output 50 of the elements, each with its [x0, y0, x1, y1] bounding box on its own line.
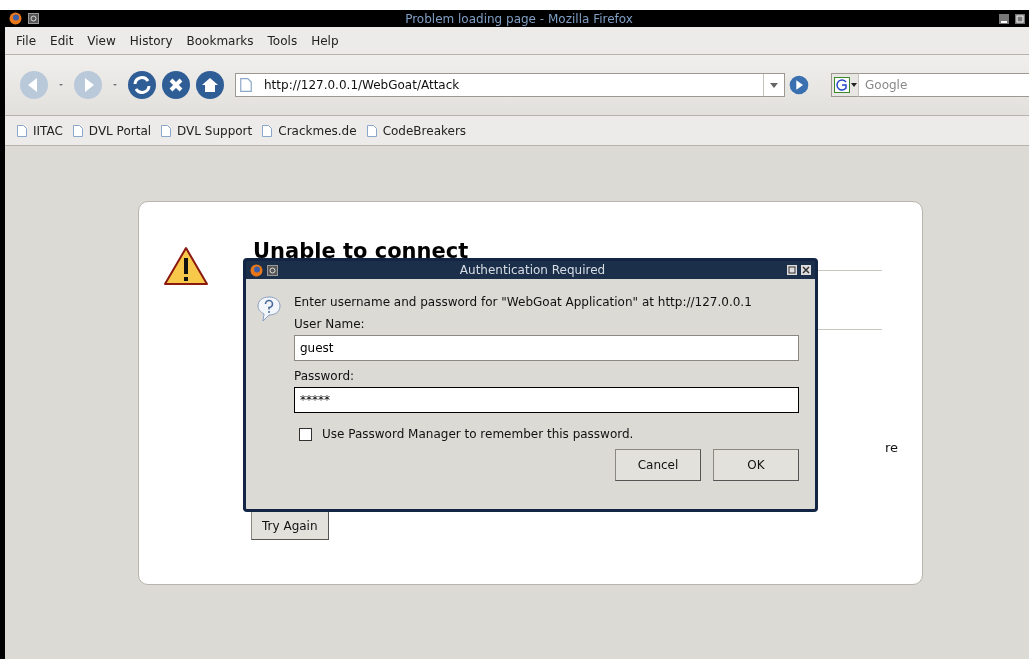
window-title: Problem loading page - Mozilla Firefox	[404, 11, 634, 26]
window-menu-icon[interactable]	[267, 264, 278, 276]
page-icon	[17, 124, 27, 137]
dialog-title: Authentication Required	[458, 263, 607, 277]
search-field[interactable]: Google	[859, 73, 1029, 97]
field-label: Password:	[294, 369, 356, 383]
page-icon	[72, 124, 83, 137]
dialog-button[interactable]: Cancel	[615, 449, 701, 481]
bookmark-item[interactable]: CodeBreakers	[366, 123, 473, 138]
firefox-icon	[9, 12, 22, 25]
page-icon	[262, 124, 273, 137]
page-icon	[161, 124, 172, 137]
firefox-icon	[250, 263, 263, 277]
home-icon[interactable]	[195, 70, 225, 100]
menu-item[interactable]: History	[124, 31, 178, 50]
error-heading: Unable to connect	[253, 238, 470, 264]
page-icon	[240, 78, 252, 92]
warning-icon	[163, 246, 209, 286]
error-text: re	[884, 440, 898, 455]
checkbox[interactable]	[299, 427, 312, 441]
page-icon	[366, 124, 377, 137]
address-field[interactable]: http://127.0.0.1/WebGoat/Attack	[235, 73, 785, 97]
menu-item[interactable]: Tools	[262, 31, 303, 50]
bookmark-item[interactable]: Crackmes.de	[262, 123, 363, 138]
minimize-icon[interactable]	[999, 13, 1009, 24]
stop-icon[interactable]	[161, 70, 191, 100]
try-again-button[interactable]: Try Again	[251, 511, 329, 540]
menu-item[interactable]: View	[82, 31, 121, 50]
menu-item[interactable]: Help	[306, 31, 344, 50]
dialog-message: Enter username and password for "WebGoat Application" at http://127.0.0.1	[294, 295, 753, 309]
question-icon	[256, 295, 282, 323]
menu-item[interactable]: Edit	[45, 31, 79, 50]
go-icon[interactable]	[789, 75, 809, 95]
dialog-button[interactable]: OK	[713, 449, 799, 481]
caret-icon[interactable]	[850, 83, 857, 87]
close-icon[interactable]	[801, 265, 811, 275]
maximize-icon[interactable]	[1015, 13, 1025, 24]
bookmark-item[interactable]: IITAC	[17, 123, 69, 138]
checkbox-label: Use Password Manager to remember this password.	[322, 427, 634, 441]
bookmark-item[interactable]: DVL Support	[161, 123, 259, 138]
search-engine-icon[interactable]	[833, 77, 850, 93]
menu-item[interactable]: File	[11, 31, 42, 50]
text-field[interactable]: guest	[294, 335, 799, 361]
bookmark-item[interactable]: DVL Portal	[72, 123, 158, 138]
field-label: User Name:	[294, 317, 366, 331]
dropdown-icon[interactable]	[770, 82, 778, 88]
text-field[interactable]: *****	[294, 387, 799, 413]
reload-icon[interactable]	[127, 70, 157, 100]
window-menu-icon[interactable]	[28, 13, 39, 24]
menu-item[interactable]: Bookmarks	[181, 31, 259, 50]
